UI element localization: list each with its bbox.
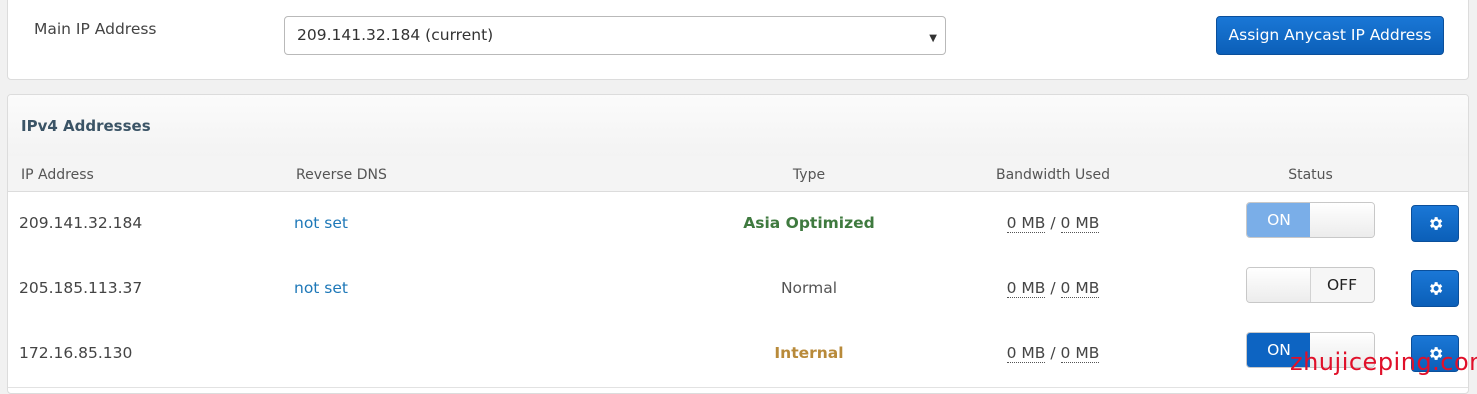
bandwidth-cell: 0 MB / 0 MB xyxy=(993,214,1113,233)
col-ip-address: IP Address xyxy=(21,167,94,183)
assign-anycast-button[interactable]: Assign Anycast IP Address xyxy=(1216,16,1444,55)
col-type: Type xyxy=(792,167,826,183)
reverse-dns-link[interactable]: not set xyxy=(294,214,348,232)
status-toggle-off-label: OFF xyxy=(1326,276,1358,294)
bandwidth-cell: 0 MB / 0 MB xyxy=(993,279,1113,298)
ip-address-cell: 209.141.32.184 xyxy=(19,214,143,232)
status-toggle[interactable]: OFF xyxy=(1246,267,1375,303)
main-ip-selected-value: 209.141.32.184 (current) xyxy=(297,26,494,44)
gear-icon xyxy=(1430,217,1443,230)
type-cell: Normal xyxy=(780,279,838,297)
bandwidth-total: 0 MB xyxy=(1060,214,1100,233)
col-status: Status xyxy=(1288,167,1333,183)
toggle-knob xyxy=(1247,268,1311,302)
ip-address-cell: 205.185.113.37 xyxy=(19,279,143,297)
table-row: 172.16.85.130 Internal 0 MB / 0 MB ON xyxy=(8,322,1468,388)
ip-settings-button[interactable] xyxy=(1411,270,1459,307)
bandwidth-total: 0 MB xyxy=(1060,344,1100,363)
bandwidth-used: 0 MB xyxy=(1006,279,1046,298)
main-ip-label: Main IP Address xyxy=(34,20,157,38)
status-toggle-on-label: ON xyxy=(1247,203,1311,237)
bandwidth-total: 0 MB xyxy=(1060,279,1100,298)
type-cell: Internal xyxy=(774,344,844,362)
table-row: 205.185.113.37 not set Normal 0 MB / 0 M… xyxy=(8,257,1468,323)
status-toggle[interactable]: ON xyxy=(1246,202,1375,238)
col-reverse-dns: Reverse DNS xyxy=(296,167,387,183)
watermark-text: zhujiceping.com xyxy=(1290,348,1477,376)
caret-down-icon: ▼ xyxy=(929,33,937,44)
bandwidth-separator: / xyxy=(1050,214,1056,232)
col-bandwidth: Bandwidth Used xyxy=(995,167,1111,183)
reverse-dns-link[interactable]: not set xyxy=(294,279,348,297)
bandwidth-separator: / xyxy=(1050,279,1056,297)
ip-settings-button[interactable] xyxy=(1411,205,1459,242)
gear-icon xyxy=(1430,282,1443,295)
bandwidth-used: 0 MB xyxy=(1006,214,1046,233)
toggle-knob xyxy=(1310,203,1374,237)
ipv4-panel-header: IPv4 Addresses xyxy=(8,95,1468,157)
ipv4-panel-title: IPv4 Addresses xyxy=(21,117,151,135)
table-row: 209.141.32.184 not set Asia Optimized 0 … xyxy=(8,192,1468,258)
ip-address-cell: 172.16.85.130 xyxy=(19,344,133,362)
bandwidth-cell: 0 MB / 0 MB xyxy=(993,344,1113,363)
ipv4-panel: IPv4 Addresses IP Address Reverse DNS Ty… xyxy=(7,94,1469,394)
bandwidth-used: 0 MB xyxy=(1006,344,1046,363)
table-header: IP Address Reverse DNS Type Bandwidth Us… xyxy=(8,156,1468,192)
main-ip-select[interactable]: 209.141.32.184 (current) ▼ xyxy=(284,16,946,55)
type-cell: Asia Optimized xyxy=(743,214,875,232)
bandwidth-separator: / xyxy=(1050,344,1056,362)
